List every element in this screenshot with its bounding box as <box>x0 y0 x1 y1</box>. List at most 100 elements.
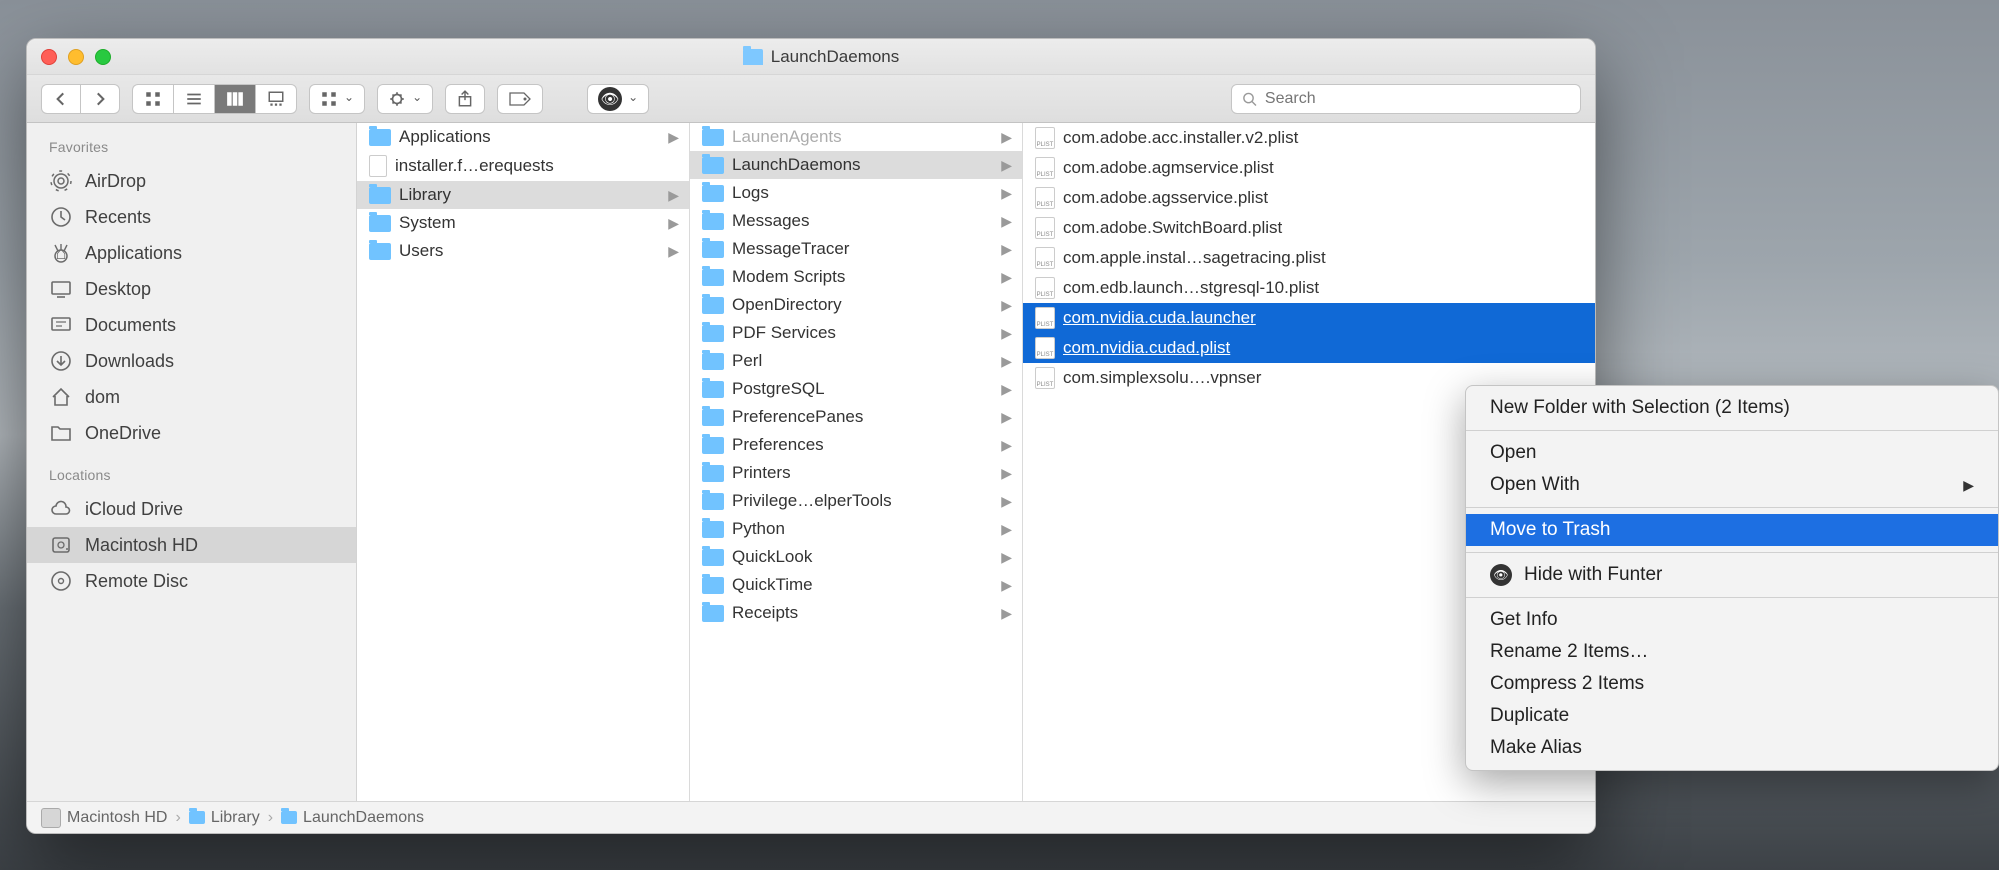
sidebar-item-applications[interactable]: ⌂Applications <box>27 235 356 271</box>
list-view-button[interactable] <box>173 84 214 114</box>
maximize-button[interactable] <box>95 49 111 65</box>
folder-icon <box>702 493 724 510</box>
arrange-button[interactable] <box>309 84 365 114</box>
sidebar-item-onedrive[interactable]: OneDrive <box>27 415 356 451</box>
sidebar-item-documents[interactable]: Documents <box>27 307 356 343</box>
minimize-button[interactable] <box>68 49 84 65</box>
share-button[interactable] <box>445 84 485 114</box>
folder-row[interactable]: Receipts▶ <box>690 599 1022 627</box>
folder-row[interactable]: Logs▶ <box>690 179 1022 207</box>
search-field[interactable] <box>1231 84 1581 114</box>
desktop-icon <box>49 277 73 301</box>
folder-icon <box>369 215 391 232</box>
menu-open-with[interactable]: Open With▶ <box>1466 469 1998 501</box>
folder-row[interactable]: Library▶ <box>357 181 689 209</box>
menu-open[interactable]: Open <box>1466 437 1998 469</box>
folder-icon <box>702 465 724 482</box>
file-row[interactable]: PLISTcom.adobe.acc.installer.v2.plist <box>1023 123 1595 153</box>
sidebar-item-desktop[interactable]: Desktop <box>27 271 356 307</box>
file-row[interactable]: installer.f…erequests <box>357 151 689 181</box>
titlebar: LaunchDaemons <box>27 39 1595 75</box>
chevron-right-icon: ▶ <box>1001 129 1012 146</box>
toolbar: 👁 <box>27 75 1595 123</box>
folder-row[interactable]: Printers▶ <box>690 459 1022 487</box>
chevron-right-icon: ▶ <box>1963 477 1974 494</box>
context-menu: New Folder with Selection (2 Items) Open… <box>1465 385 1999 771</box>
folder-row[interactable]: PDF Services▶ <box>690 319 1022 347</box>
folder-row[interactable]: PreferencePanes▶ <box>690 403 1022 431</box>
menu-make-alias[interactable]: Make Alias <box>1466 732 1998 764</box>
icon-view-button[interactable] <box>132 84 173 114</box>
app-icon: ⌂ <box>49 241 73 265</box>
folder-row[interactable]: Applications▶ <box>357 123 689 151</box>
folder-icon <box>702 297 724 314</box>
plist-file-icon: PLIST <box>1035 127 1055 149</box>
menu-duplicate[interactable]: Duplicate <box>1466 700 1998 732</box>
folder-row[interactable]: Privilege…elperTools▶ <box>690 487 1022 515</box>
tags-button[interactable] <box>497 84 543 114</box>
sidebar-item-icloud-drive[interactable]: iCloud Drive <box>27 491 356 527</box>
chevron-right-icon: ▶ <box>668 243 679 260</box>
menu-new-folder-selection[interactable]: New Folder with Selection (2 Items) <box>1466 392 1998 424</box>
chevron-right-icon: ▶ <box>1001 213 1012 230</box>
path-item-launchdaemons[interactable]: LaunchDaemons <box>281 809 424 827</box>
file-row[interactable]: PLISTcom.apple.instal…sagetracing.plist <box>1023 243 1595 273</box>
folder-row[interactable]: Preferences▶ <box>690 431 1022 459</box>
hd-icon <box>41 808 61 828</box>
sidebar-item-macintosh-hd[interactable]: Macintosh HD <box>27 527 356 563</box>
finder-window: LaunchDaemons 👁 Favorites AirDropRecents… <box>26 38 1596 834</box>
chevron-right-icon: ▶ <box>1001 381 1012 398</box>
folder-icon <box>702 381 724 398</box>
path-item-root[interactable]: Macintosh HD <box>41 808 167 828</box>
sidebar-item-downloads[interactable]: Downloads <box>27 343 356 379</box>
folder-row[interactable]: QuickTime▶ <box>690 571 1022 599</box>
menu-get-info[interactable]: Get Info <box>1466 604 1998 636</box>
sidebar-item-airdrop[interactable]: AirDrop <box>27 163 356 199</box>
chevron-right-icon: ▶ <box>1001 493 1012 510</box>
close-button[interactable] <box>41 49 57 65</box>
back-button[interactable] <box>41 84 80 114</box>
chevron-right-icon: ▶ <box>668 129 679 146</box>
folder-icon <box>702 129 724 146</box>
sidebar-item-recents[interactable]: Recents <box>27 199 356 235</box>
chevron-right-icon: ▶ <box>1001 241 1012 258</box>
file-row[interactable]: PLISTcom.adobe.agmservice.plist <box>1023 153 1595 183</box>
folder-row[interactable]: LaunenAgents▶ <box>690 123 1022 151</box>
folder-row[interactable]: Perl▶ <box>690 347 1022 375</box>
column-view-button[interactable] <box>214 84 255 114</box>
chevron-right-icon: ▶ <box>1001 353 1012 370</box>
folder-row[interactable]: Python▶ <box>690 515 1022 543</box>
forward-button[interactable] <box>80 84 120 114</box>
sidebar-item-remote-disc[interactable]: Remote Disc <box>27 563 356 599</box>
folder-row[interactable]: Users▶ <box>357 237 689 265</box>
menu-move-to-trash[interactable]: Move to Trash <box>1466 514 1998 546</box>
folder-row[interactable]: QuickLook▶ <box>690 543 1022 571</box>
menu-rename[interactable]: Rename 2 Items… <box>1466 636 1998 668</box>
folder-row[interactable]: LaunchDaemons▶ <box>690 151 1022 179</box>
menu-hide-with-funter[interactable]: 👁Hide with Funter <box>1466 559 1998 591</box>
file-row[interactable]: PLISTcom.edb.launch…stgresql-10.plist <box>1023 273 1595 303</box>
plist-file-icon: PLIST <box>1035 367 1055 389</box>
file-row[interactable]: PLISTcom.adobe.SwitchBoard.plist <box>1023 213 1595 243</box>
folder-row[interactable]: Modem Scripts▶ <box>690 263 1022 291</box>
search-input[interactable] <box>1265 90 1570 108</box>
folder-row[interactable]: OpenDirectory▶ <box>690 291 1022 319</box>
folder-icon <box>702 521 724 538</box>
folder-icon <box>702 185 724 202</box>
sidebar-item-dom[interactable]: dom <box>27 379 356 415</box>
folder-row[interactable]: MessageTracer▶ <box>690 235 1022 263</box>
action-button[interactable] <box>377 84 433 114</box>
folder-row[interactable]: PostgreSQL▶ <box>690 375 1022 403</box>
file-row[interactable]: PLISTcom.adobe.agsservice.plist <box>1023 183 1595 213</box>
folder-icon <box>702 409 724 426</box>
funter-button[interactable]: 👁 <box>587 84 649 114</box>
file-row[interactable]: PLISTcom.nvidia.cuda.launcher <box>1023 303 1595 333</box>
chevron-right-icon: ▶ <box>668 215 679 232</box>
gallery-view-button[interactable] <box>255 84 297 114</box>
column-2: LaunenAgents▶LaunchDaemons▶Logs▶Messages… <box>690 123 1023 801</box>
file-row[interactable]: PLISTcom.nvidia.cudad.plist <box>1023 333 1595 363</box>
path-item-library[interactable]: Library <box>189 809 260 827</box>
folder-row[interactable]: System▶ <box>357 209 689 237</box>
folder-row[interactable]: Messages▶ <box>690 207 1022 235</box>
menu-compress[interactable]: Compress 2 Items <box>1466 668 1998 700</box>
